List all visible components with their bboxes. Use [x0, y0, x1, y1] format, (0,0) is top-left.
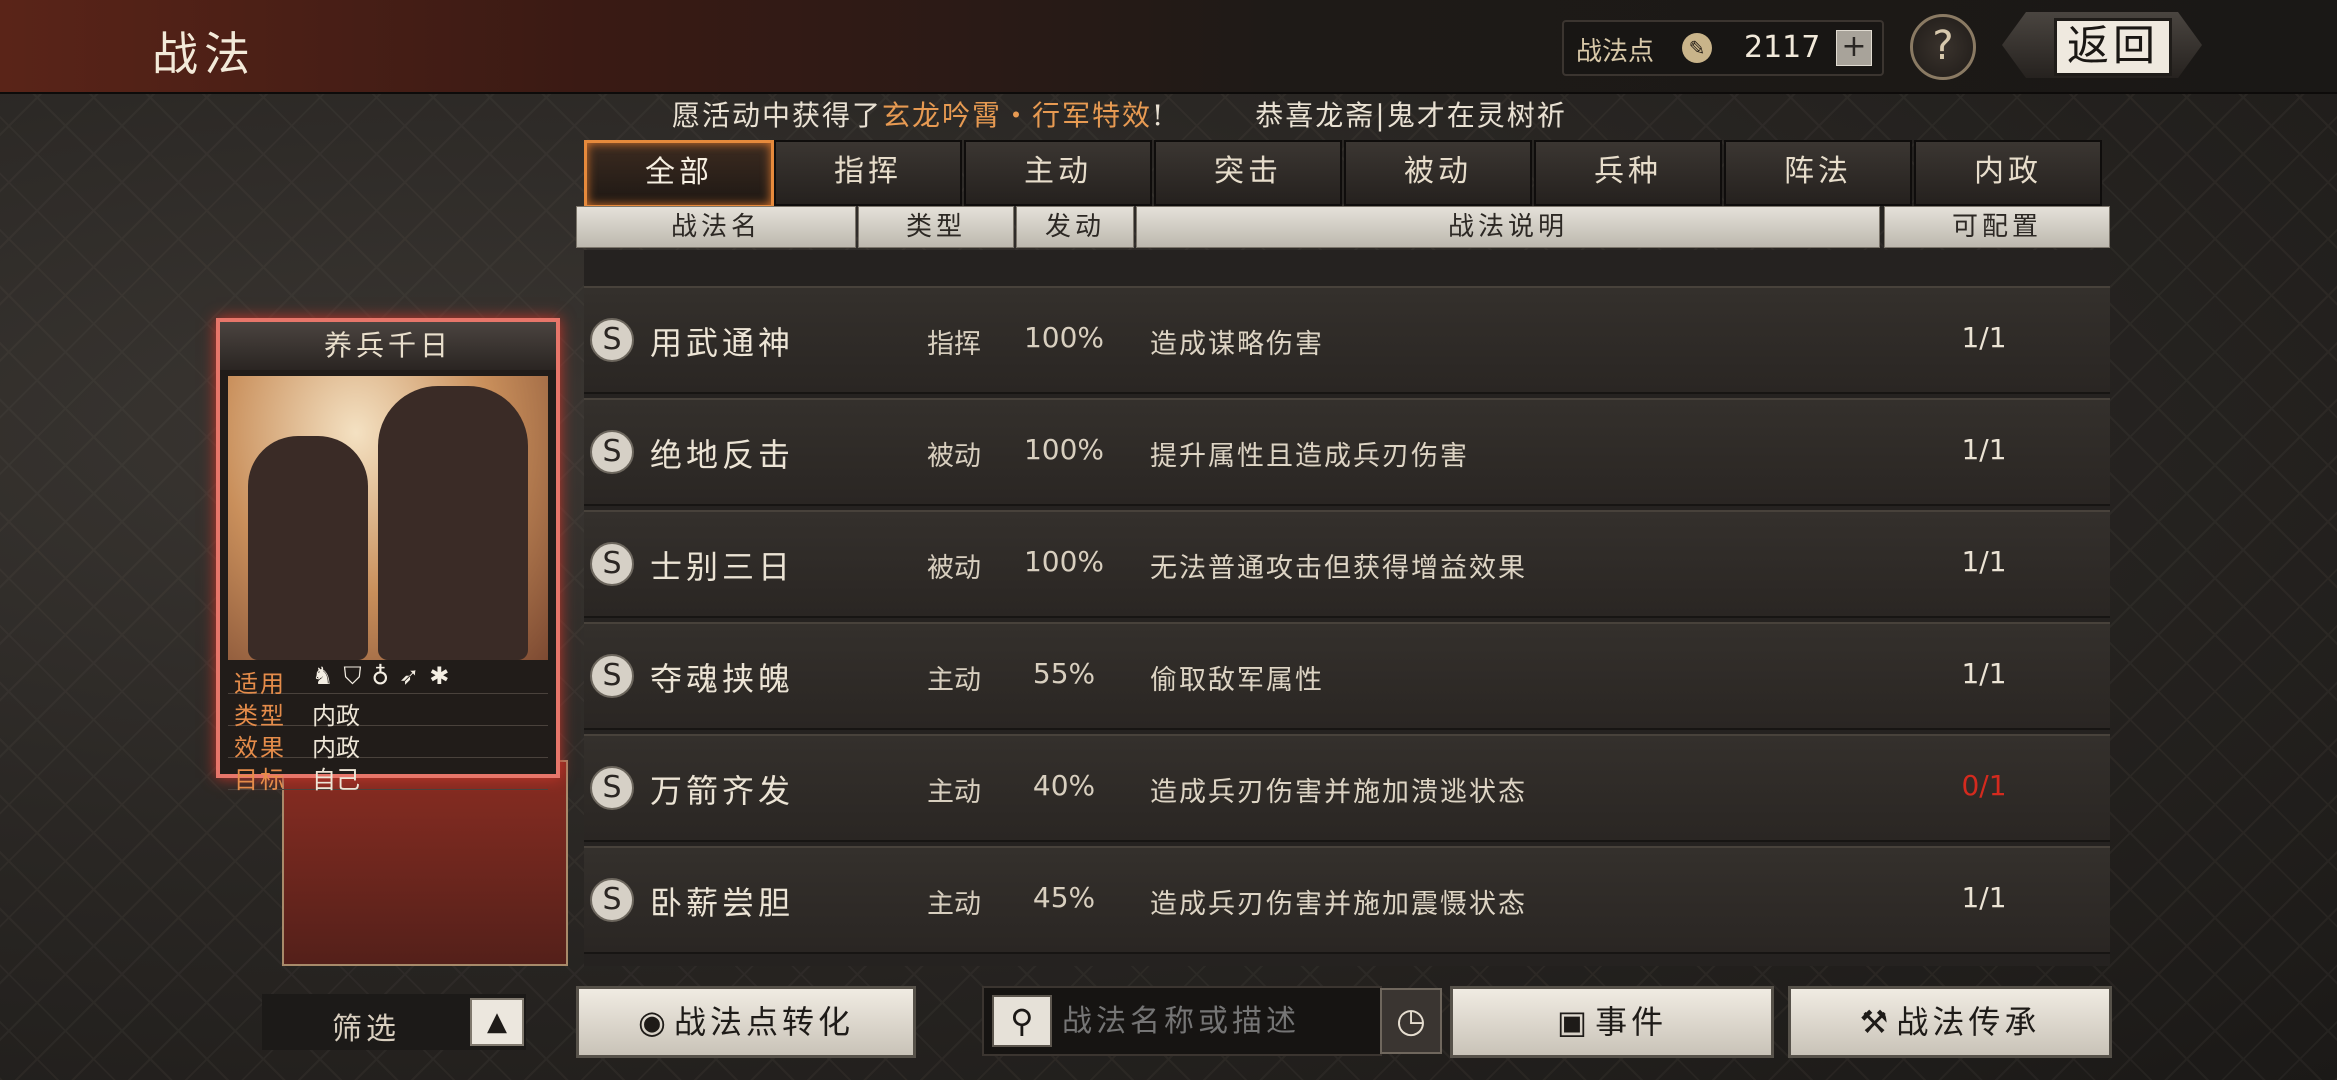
tactic-type: 主动 — [927, 889, 981, 920]
tactic-count: 1/1 — [1961, 433, 2007, 466]
card-info: 适用 ♞⛉♁➶✱ 类型 内政 效果 内政 目标 自己 — [228, 662, 548, 794]
page-title: 战法 — [152, 27, 256, 81]
tactic-row[interactable]: S 万箭齐发 主动 40% 造成兵刃伤害并施加溃逃状态 0/1 — [584, 734, 2110, 842]
grade-badge: S — [590, 542, 634, 586]
hammer-icon: ⚒ — [1859, 1003, 1893, 1041]
tactic-name: 夺魂挟魄 — [650, 660, 795, 698]
tab-troop[interactable]: 兵种 — [1534, 140, 1722, 206]
grade-badge: S — [590, 318, 634, 362]
column-header-configurable[interactable]: 可配置 — [1884, 206, 2110, 248]
convert-points-button[interactable]: ◉ 战法点转化 — [576, 986, 916, 1058]
top-bar: 战法 战法点 ✎ 2117 + ? 返回 — [0, 0, 2337, 94]
tactic-row[interactable]: S 士别三日 被动 100% 无法普通攻击但获得增益效果 1/1 — [584, 510, 2110, 618]
search-input[interactable] — [1060, 994, 1364, 1048]
tactic-type: 被动 — [927, 441, 981, 472]
tab-active[interactable]: 主动 — [964, 140, 1152, 206]
convert-points-label: 战法点转化 — [673, 1003, 854, 1041]
tactic-row[interactable]: S 用武通神 指挥 100% 造成谋略伤害 1/1 — [584, 286, 2110, 394]
filter-toggle-button[interactable]: ▲ — [470, 998, 524, 1046]
tactic-name: 绝地反击 — [650, 436, 795, 474]
filter-label: 筛选 — [332, 1012, 400, 1047]
tactic-count: 1/1 — [1961, 545, 2007, 578]
tactic-description: 无法普通攻击但获得增益效果 — [1150, 553, 1527, 584]
tactic-card[interactable]: 养兵千日 适用 ♞⛉♁➶✱ 类型 内政 效果 内政 目标 自己 — [216, 318, 560, 794]
tactic-count: 1/1 — [1961, 657, 2007, 690]
column-header-trigger[interactable]: 发动 — [1016, 206, 1134, 248]
tactic-inherit-button[interactable]: ⚒ 战法传承 — [1788, 986, 2112, 1058]
tactic-row[interactable]: S 绝地反击 被动 100% 提升属性且造成兵刃伤害 1/1 — [584, 398, 2110, 506]
card-title: 养兵千日 — [220, 322, 556, 370]
tab-formation[interactable]: 阵法 — [1724, 140, 1912, 206]
tactic-list[interactable]: S 用武通神 指挥 100% 造成谋略伤害 1/1 S 绝地反击 被动 100%… — [584, 250, 2110, 966]
card-illustration — [228, 376, 548, 660]
grade-badge: S — [590, 654, 634, 698]
tactic-rate: 55% — [1032, 657, 1096, 690]
tab-internal[interactable]: 内政 — [1914, 140, 2102, 206]
tactic-count: 1/1 — [1961, 881, 2007, 914]
filter-control: 筛选 ▲ — [262, 994, 526, 1050]
back-button[interactable]: 返回 — [2054, 18, 2172, 76]
grade-badge: S — [590, 766, 634, 810]
tactic-name: 士别三日 — [650, 548, 795, 586]
points-icon: ◉ — [638, 1003, 670, 1041]
tab-command[interactable]: 指挥 — [774, 140, 962, 206]
tactic-description: 造成兵刃伤害并施加溃逃状态 — [1150, 777, 1527, 808]
tactic-rate: 45% — [1032, 881, 1096, 914]
search-icon[interactable]: ⚲ — [992, 995, 1052, 1047]
card-target-label: 目标 — [234, 766, 286, 794]
card-target-value: 自己 — [312, 766, 360, 794]
column-header-name[interactable]: 战法名 — [576, 206, 856, 248]
column-header-type[interactable]: 类型 — [858, 206, 1014, 248]
tactic-points-icon: ✎ — [1682, 33, 1712, 63]
add-points-button[interactable]: + — [1836, 30, 1872, 66]
tactic-description: 偷取敌军属性 — [1150, 665, 1324, 696]
tactic-count: 0/1 — [1961, 769, 2007, 802]
column-header-description: 战法说明 — [1136, 206, 1880, 248]
tactic-inherit-label: 战法传承 — [1896, 1003, 2041, 1041]
announcement-highlight: 玄龙吟霄・行军特效 — [882, 99, 1153, 132]
grade-badge: S — [590, 430, 634, 474]
tactic-description: 造成兵刃伤害并施加震慑状态 — [1150, 889, 1527, 920]
tactic-type: 被动 — [927, 553, 981, 584]
tactic-type: 主动 — [927, 777, 981, 808]
tactic-points-value: 2117 — [1744, 30, 1821, 65]
announcement-end: ! — [1152, 99, 1166, 132]
grade-badge: S — [590, 878, 634, 922]
tactic-points-label: 战法点 — [1576, 37, 1655, 67]
events-icon: ▣ — [1556, 1003, 1592, 1041]
tab-assault[interactable]: 突击 — [1154, 140, 1342, 206]
announcement-ticker: 愿活动中获得了玄龙吟霄・行军特效! 恭喜龙斋|鬼才在灵树祈 — [672, 94, 1567, 134]
tactic-rate: 100% — [1023, 545, 1105, 578]
tab-passive[interactable]: 被动 — [1344, 140, 1532, 206]
events-button[interactable]: ▣ 事件 — [1450, 986, 1774, 1058]
events-label: 事件 — [1595, 1003, 1668, 1041]
announcement-text-2: 恭喜龙斋|鬼才在灵树祈 — [1255, 99, 1567, 132]
tactic-name: 用武通神 — [650, 324, 795, 362]
tactic-type: 主动 — [927, 665, 981, 696]
help-button[interactable]: ? — [1910, 14, 1976, 80]
troop-type-icons: ♞⛉♁➶✱ — [312, 662, 460, 690]
tactic-name: 卧薪尝胆 — [650, 884, 795, 922]
tactic-row[interactable]: S 夺魂挟魄 主动 55% 偷取敌军属性 1/1 — [584, 622, 2110, 730]
tactic-rate: 100% — [1023, 433, 1105, 466]
tactic-count: 1/1 — [1961, 321, 2007, 354]
history-clock-icon[interactable]: ◷ — [1380, 988, 1442, 1054]
tactic-rate: 100% — [1023, 321, 1105, 354]
category-tabs: 全部 指挥 主动 突击 被动 兵种 阵法 内政 — [584, 140, 2102, 208]
tactic-row[interactable]: S 卧薪尝胆 主动 45% 造成兵刃伤害并施加震慑状态 1/1 — [584, 846, 2110, 954]
announcement-text: 愿活动中获得了 — [672, 99, 883, 132]
tactic-type: 指挥 — [927, 329, 981, 360]
tactic-description: 提升属性且造成兵刃伤害 — [1150, 441, 1469, 472]
tactic-name: 万箭齐发 — [650, 772, 795, 810]
tactic-description: 造成谋略伤害 — [1150, 329, 1324, 360]
tactic-points-box: 战法点 ✎ 2117 + — [1562, 20, 1884, 76]
tab-all[interactable]: 全部 — [584, 140, 774, 208]
tactic-rate: 40% — [1032, 769, 1096, 802]
search-box: ⚲ — [982, 986, 1382, 1056]
